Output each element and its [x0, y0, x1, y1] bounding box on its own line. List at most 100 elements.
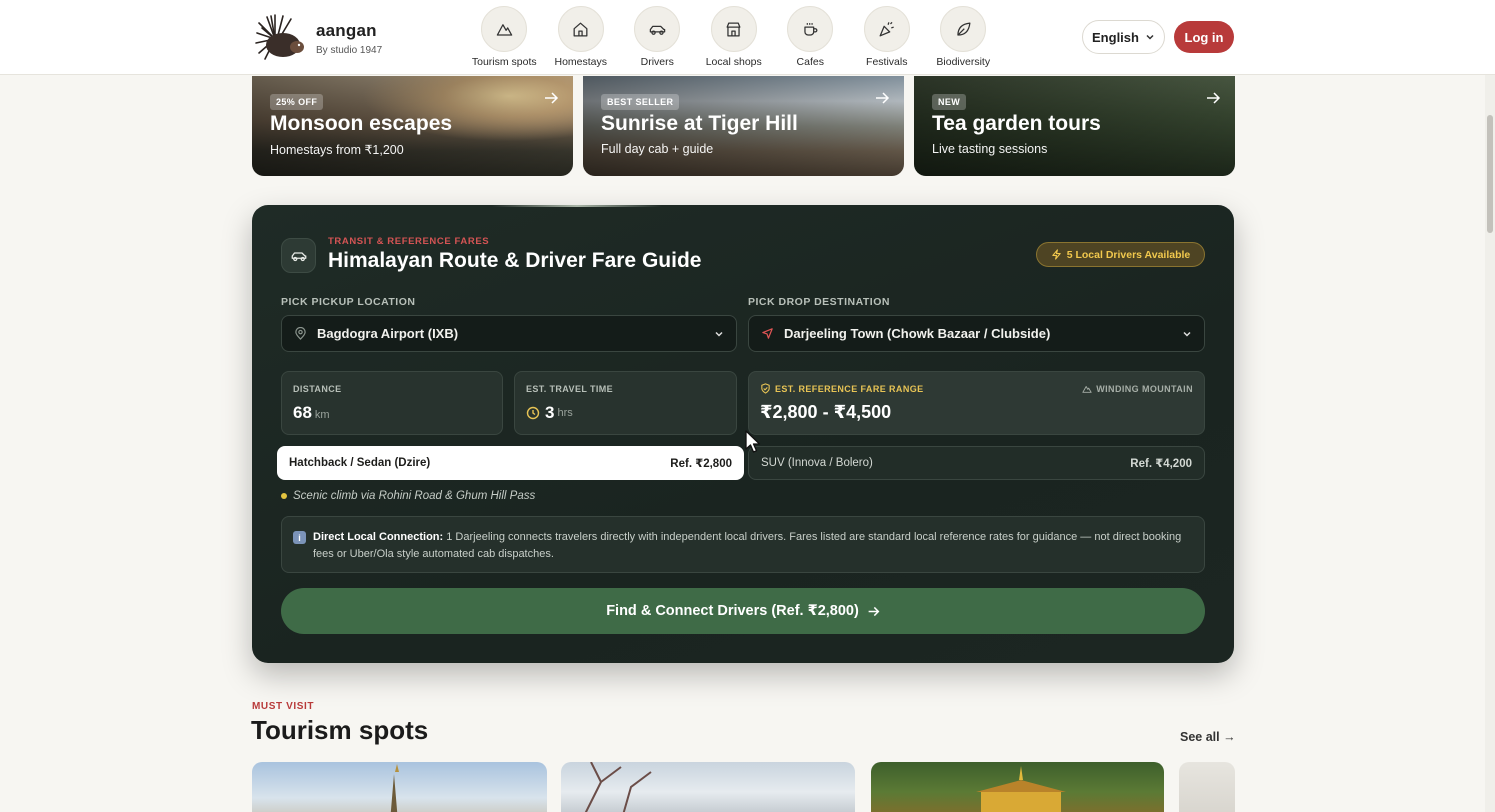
- bare-tree-image: [584, 762, 652, 812]
- panel-title: Himalayan Route & Driver Fare Guide: [328, 249, 702, 272]
- info-icon: i: [293, 531, 306, 544]
- stupa-image: [390, 764, 399, 812]
- chevron-down-icon: [1146, 34, 1154, 40]
- promo-badge: NEW: [932, 94, 967, 110]
- section-eyebrow: MUST VISIT: [252, 701, 315, 712]
- pickup-value: Bagdogra Airport (IXB): [317, 326, 459, 341]
- page-scrollbar-thumb[interactable]: [1487, 115, 1493, 233]
- travel-time-value: 3 hrs: [526, 403, 573, 423]
- promo-card-monsoon[interactable]: 25% OFF Monsoon escapes Homestays from ₹…: [252, 76, 573, 176]
- monastery-image: [976, 766, 1066, 812]
- promo-subtitle: Homestays from ₹1,200: [270, 143, 404, 157]
- nav-item-festivals[interactable]: Festivals: [849, 6, 926, 68]
- brand-name: aangan: [316, 20, 377, 40]
- promo-title: Sunrise at Tiger Hill: [601, 112, 798, 135]
- distance-label: DISTANCE: [293, 384, 342, 394]
- nav-label: Homestays: [554, 56, 607, 68]
- travel-time-stat: EST. TRAVEL TIME 3 hrs: [514, 371, 737, 435]
- porcupine-logo-icon: [255, 14, 304, 60]
- login-button[interactable]: Log in: [1174, 21, 1234, 53]
- brand-subtitle: By studio 1947: [316, 44, 383, 56]
- vehicle-name: SUV (Innova / Bolero): [761, 457, 873, 469]
- clock-icon: [526, 406, 540, 420]
- direct-connection-notice: i Direct Local Connection: 1 Darjeeling …: [281, 516, 1205, 573]
- promo-card-tiger-hill[interactable]: BEST SELLER Sunrise at Tiger Hill Full d…: [583, 76, 904, 176]
- drop-label: PICK DROP DESTINATION: [748, 296, 890, 308]
- vehicle-option-sedan[interactable]: Hatchback / Sedan (Dzire) Ref. ₹2,800: [277, 446, 744, 480]
- brand[interactable]: aangan By studio 1947: [253, 13, 382, 63]
- see-all-link[interactable]: See all →: [1180, 730, 1236, 744]
- nav-item-local-shops[interactable]: Local shops: [696, 6, 773, 68]
- drivers-available-badge: 5 Local Drivers Available: [1036, 242, 1205, 267]
- nav-label: Cafes: [796, 56, 824, 68]
- pickup-label: PICK PICKUP LOCATION: [281, 296, 416, 308]
- nav-item-tourism-spots[interactable]: Tourism spots: [466, 6, 543, 68]
- car-icon: [649, 25, 666, 35]
- nav-label: Biodiversity: [936, 56, 991, 68]
- distance-stat: DISTANCE 68 km: [281, 371, 503, 435]
- vehicle-name: Hatchback / Sedan (Dzire): [289, 457, 431, 469]
- mouse-cursor-icon: [745, 430, 761, 453]
- distance-value: 68 km: [293, 403, 330, 422]
- arrow-right-icon: [876, 92, 890, 104]
- promo-subtitle: Live tasting sessions: [932, 142, 1048, 156]
- promo-subtitle: Full day cab + guide: [601, 142, 714, 156]
- fare-guide-panel: TRANSIT & REFERENCE FARES Himalayan Rout…: [252, 205, 1234, 663]
- route-dot-icon: [281, 493, 287, 499]
- tourism-card-4[interactable]: [1179, 762, 1235, 812]
- mountain-icon: [496, 23, 513, 36]
- nav-item-cafes[interactable]: Cafes: [772, 6, 849, 68]
- panel-accent-line: [492, 205, 662, 207]
- category-nav: Tourism spots Homestays Drivers Local sh…: [466, 6, 1002, 68]
- chevron-down-icon: [715, 331, 723, 337]
- nav-item-biodiversity[interactable]: Biodiversity: [925, 6, 1002, 68]
- nav-label: Local shops: [705, 56, 762, 68]
- tourism-card-3[interactable]: [871, 762, 1164, 812]
- promo-card-tea-garden[interactable]: NEW Tea garden tours Live tasting sessio…: [914, 76, 1235, 176]
- nav-item-drivers[interactable]: Drivers: [619, 6, 696, 68]
- nav-label: Festivals: [866, 56, 908, 68]
- notice-text: Direct Local Connection: 1 Darjeeling co…: [313, 531, 1182, 560]
- tourism-card-1[interactable]: [252, 762, 547, 812]
- vehicle-ref-fare: Ref. ₹2,800: [670, 458, 732, 470]
- promo-badge: 25% OFF: [270, 94, 324, 110]
- promo-title: Monsoon escapes: [270, 112, 453, 135]
- terrain-tag: WINDING MOUNTAIN: [1082, 384, 1193, 394]
- party-popper-icon: [879, 21, 895, 36]
- travel-time-label: EST. TRAVEL TIME: [526, 384, 614, 394]
- fare-range-value: ₹2,800 - ₹4,500: [760, 402, 892, 422]
- lightning-icon: [1052, 249, 1061, 260]
- map-pin-icon: [295, 327, 306, 340]
- leaf-icon: [957, 22, 971, 36]
- drivers-available-text: 5 Local Drivers Available: [1066, 248, 1191, 261]
- drop-select[interactable]: Darjeeling Town (Chowk Bazaar / Clubside…: [748, 315, 1205, 352]
- site-header: aangan By studio 1947 Tourism spots Home…: [0, 0, 1495, 75]
- mountain-icon: [1082, 386, 1092, 393]
- arrow-right-icon: [868, 606, 880, 616]
- fare-range-stat: EST. REFERENCE FARE RANGE WINDING MOUNTA…: [748, 371, 1205, 435]
- nav-label: Tourism spots: [471, 56, 537, 68]
- chevron-down-icon: [1183, 331, 1191, 337]
- pickup-select[interactable]: Bagdogra Airport (IXB): [281, 315, 737, 352]
- panel-car-badge: [281, 238, 316, 273]
- section-title: Tourism spots: [251, 715, 429, 745]
- navigation-icon: [762, 328, 773, 339]
- panel-eyebrow: TRANSIT & REFERENCE FARES: [328, 236, 490, 247]
- nav-label: Drivers: [640, 56, 674, 68]
- language-select[interactable]: English: [1082, 20, 1165, 54]
- arrow-right-icon: [1207, 92, 1221, 104]
- promo-title: Tea garden tours: [932, 112, 1101, 135]
- vehicle-option-suv[interactable]: SUV (Innova / Bolero) Ref. ₹4,200: [748, 446, 1205, 480]
- language-value: English: [1092, 29, 1139, 45]
- fare-range-label: EST. REFERENCE FARE RANGE: [775, 384, 924, 394]
- tourism-card-2[interactable]: [561, 762, 855, 812]
- coffee-icon: [804, 22, 818, 36]
- home-icon: [573, 22, 588, 36]
- arrow-right-icon: [545, 92, 559, 104]
- nav-item-homestays[interactable]: Homestays: [543, 6, 620, 68]
- promo-badge: BEST SELLER: [601, 94, 680, 110]
- shield-check-icon: [761, 383, 770, 394]
- find-drivers-button[interactable]: Find & Connect Drivers (Ref. ₹2,800): [281, 588, 1205, 634]
- store-icon: [726, 22, 741, 36]
- vehicle-ref-fare: Ref. ₹4,200: [1130, 458, 1192, 470]
